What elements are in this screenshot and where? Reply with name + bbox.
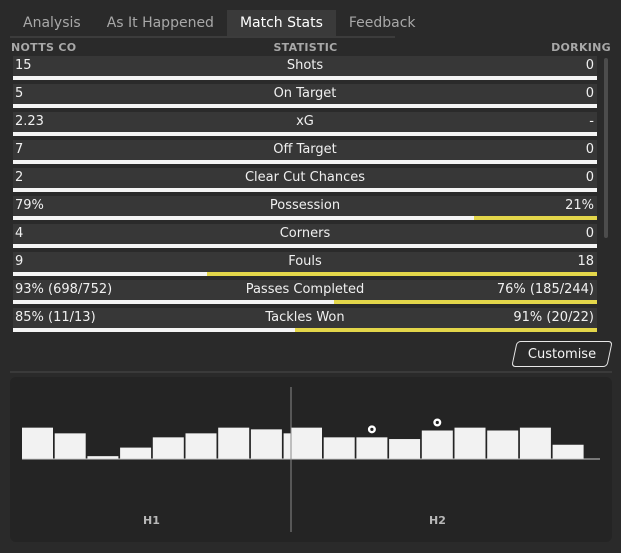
second-half-label: H2 (429, 514, 446, 527)
stat-comparison-bar (13, 76, 597, 80)
football-icon-patch (370, 427, 374, 431)
stat-label: Possession (269, 198, 341, 213)
stat-comparison-bar (13, 244, 597, 248)
stat-label: On Target (273, 86, 337, 101)
away-share-fill (474, 216, 597, 220)
stat-row: 93% (698/752) Passes Completed 76% (185/… (13, 280, 597, 308)
h2-momentum-bar (421, 430, 453, 459)
away-value: 21% (565, 198, 594, 213)
stat-row: 15 Shots 0 (13, 56, 597, 84)
away-value: 0 (585, 226, 594, 241)
h2-momentum-bar (519, 427, 551, 459)
section-divider (10, 371, 612, 373)
stat-row: 2.23 xG - (13, 112, 597, 140)
away-share-fill (207, 272, 597, 276)
away-value: 0 (585, 142, 594, 157)
stat-row: 4 Corners 0 (13, 224, 597, 252)
h2-momentum-bar (487, 430, 519, 459)
away-value: 0 (585, 86, 594, 101)
away-share-fill (334, 300, 597, 304)
stat-comparison-bar (13, 272, 597, 276)
customise-button[interactable]: Customise (511, 341, 613, 367)
stat-row: 9 Fouls 18 (13, 252, 597, 280)
away-share-fill (295, 328, 597, 332)
away-value: - (589, 114, 594, 129)
stat-comparison-bar (13, 104, 597, 108)
first-half-label: H1 (143, 514, 160, 527)
stats-list: 15 Shots 0 5 On Target 0 2.23 xG - 7 Off… (13, 56, 597, 336)
away-value: 76% (185/244) (496, 282, 594, 297)
stat-label: Off Target (273, 142, 337, 157)
stat-row: 85% (11/13) Tackles Won 91% (20/22) (13, 308, 597, 336)
away-value: 91% (20/22) (513, 310, 594, 325)
h1-momentum-bar (152, 437, 184, 459)
tab-bar: Analysis As It Happened Match Stats Feed… (10, 10, 416, 38)
stat-row: 2 Clear Cut Chances 0 (13, 168, 597, 196)
away-team-header: DORKING (551, 41, 611, 54)
stats-scrollbar[interactable] (604, 58, 608, 238)
stat-comparison-bar (13, 216, 597, 220)
stat-label: Clear Cut Chances (244, 170, 366, 185)
h2-momentum-bar (356, 437, 388, 459)
stat-comparison-bar (13, 188, 597, 192)
tab-analysis[interactable]: Analysis (10, 10, 94, 36)
away-value: 0 (585, 58, 594, 73)
h2-momentum-bar (552, 444, 584, 459)
h1-momentum-bar (218, 427, 250, 459)
stat-row: 79% Possession 21% (13, 196, 597, 224)
h2-momentum-bar (291, 427, 322, 459)
stat-label: Shots (286, 58, 324, 73)
stat-comparison-bar (13, 300, 597, 304)
stat-row: 7 Off Target 0 (13, 140, 597, 168)
h2-momentum-bar (389, 439, 421, 459)
match-momentum-timeline: H1 H2 (10, 377, 612, 542)
stat-label: Fouls (288, 254, 322, 269)
tab-as-it-happened[interactable]: As It Happened (94, 10, 227, 36)
h1-momentum-bar (120, 447, 152, 459)
stat-row: 5 On Target 0 (13, 84, 597, 112)
h2-momentum-bar (454, 427, 486, 459)
statistic-header: STATISTIC (273, 41, 338, 54)
stat-label: Corners (279, 226, 331, 241)
h1-momentum-bar (185, 433, 217, 459)
momentum-chart (22, 387, 600, 532)
h1-momentum-bar (22, 427, 53, 459)
customise-button-label: Customise (527, 346, 597, 362)
football-icon-patch (435, 420, 439, 425)
h1-momentum-bar (250, 429, 282, 459)
stat-comparison-bar (13, 160, 597, 164)
tab-feedback[interactable]: Feedback (336, 10, 429, 36)
away-value: 18 (577, 254, 594, 269)
stat-comparison-bar (13, 328, 597, 332)
stat-comparison-bar (13, 132, 597, 136)
h1-momentum-bar (54, 433, 86, 459)
stat-label: xG (296, 114, 314, 129)
tab-match-stats[interactable]: Match Stats (226, 10, 336, 36)
h2-momentum-bar (323, 437, 355, 459)
away-value: 0 (585, 170, 594, 185)
stat-label: Tackles Won (265, 310, 345, 325)
